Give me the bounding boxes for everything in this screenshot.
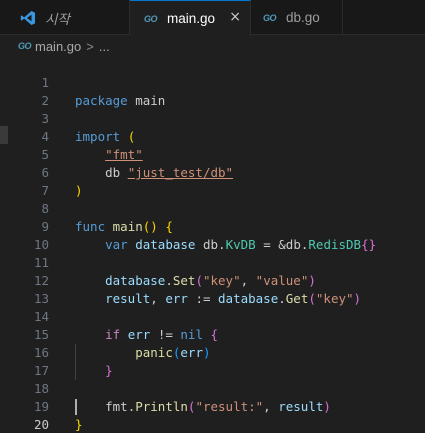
chevron-right-icon: >	[86, 38, 94, 54]
editor-tab-bar: 시작 GO main.go × GO db.go	[0, 0, 425, 36]
token: }	[75, 417, 83, 432]
code-line[interactable]: 13	[0, 272, 425, 306]
code-line[interactable]: 3 import (	[0, 92, 425, 144]
code-line[interactable]: 8 func main() {	[0, 182, 425, 234]
breadcrumb: GO main.go > ...	[0, 35, 425, 57]
code-line[interactable]: 6 )	[0, 146, 425, 198]
code-line[interactable]: 10	[0, 218, 425, 252]
code-line[interactable]: 15 panic(err)	[0, 308, 425, 360]
code-line[interactable]: 16 }	[0, 326, 425, 378]
code-line[interactable]: 1 package main	[0, 56, 425, 108]
tab-db-go[interactable]: GO db.go	[251, 0, 343, 35]
code-line[interactable]: 4 "fmt"	[0, 110, 425, 162]
breadcrumb-file[interactable]: main.go	[35, 39, 81, 54]
code-line[interactable]: 18 fmt.Println("result:", result)	[0, 362, 425, 414]
go-file-icon: GO	[18, 41, 32, 51]
go-file-icon: GO	[144, 13, 158, 24]
tab-welcome[interactable]: 시작	[0, 0, 130, 35]
code-line[interactable]: 9 var database db.KvDB = &db.RedisDB{}	[0, 200, 425, 252]
tab-db-go-label: db.go	[286, 10, 320, 25]
code-line[interactable]: 12 result, err := database.Get("key")	[0, 254, 425, 306]
tab-main-go-label: main.go	[167, 11, 216, 26]
tab-welcome-label: 시작	[45, 11, 70, 27]
code-line[interactable]: 14 if err != nil {	[0, 290, 425, 342]
code-line-active[interactable]: 20	[0, 398, 425, 432]
line-number: 20	[33, 417, 49, 432]
code-line[interactable]: 11 database.Set("key", "value")	[0, 236, 425, 288]
tab-main-go[interactable]: GO main.go ×	[130, 0, 251, 36]
code-editor[interactable]: 1 package main 2 3 import ( 4 "fmt" 5 db…	[0, 56, 425, 433]
code-line[interactable]: 2	[0, 74, 425, 108]
vscode-icon	[20, 10, 36, 26]
close-icon[interactable]: ×	[229, 9, 241, 25]
code-line[interactable]: 17	[0, 344, 425, 378]
go-file-icon: GO	[263, 12, 277, 23]
code-line[interactable]: 7	[0, 164, 425, 198]
breadcrumb-symbols[interactable]: ...	[99, 39, 110, 54]
code-line[interactable]: 5 db "just_test/db"	[0, 128, 425, 180]
code-line[interactable]: 19 }	[0, 380, 425, 432]
text-cursor	[75, 399, 77, 415]
